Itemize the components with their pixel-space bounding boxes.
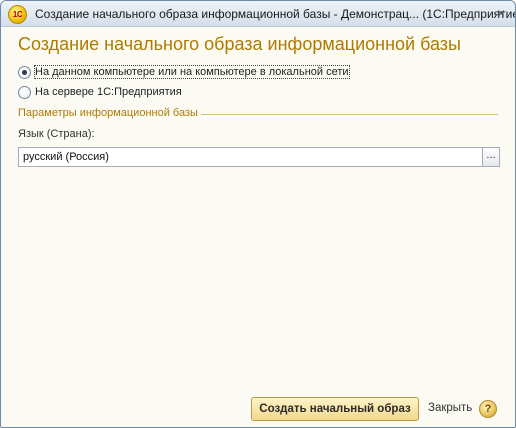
radio-option-server[interactable]: На сервере 1С:Предприятия [18, 84, 182, 100]
title-bar[interactable]: 1С Создание начального образа информацио… [1, 1, 515, 27]
radio-label-server[interactable]: На сервере 1С:Предприятия [35, 86, 182, 98]
language-label: Язык (Страна): [18, 128, 95, 140]
close-button[interactable]: Закрыть [428, 402, 472, 414]
window-title: Создание начального образа информационно… [35, 7, 516, 21]
radio-unchecked-icon[interactable] [18, 85, 31, 99]
page-title: Создание начального образа информационно… [18, 34, 461, 54]
radio-option-local[interactable]: На данном компьютере или на компьютере в… [18, 64, 350, 80]
close-icon[interactable]: × [494, 6, 508, 20]
select-button-icon[interactable]: ... [482, 147, 500, 167]
dialog-window: 1С Создание начального образа информацио… [0, 0, 516, 428]
group-title: Параметры информационной базы [18, 107, 198, 119]
radio-checked-icon[interactable] [18, 65, 31, 79]
help-icon[interactable]: ? [479, 400, 497, 418]
dialog-content: Создание начального образа информационно… [1, 27, 515, 427]
group-divider [201, 114, 498, 115]
radio-label-local[interactable]: На данном компьютере или на компьютере в… [34, 65, 350, 79]
app-1c-icon: 1С [8, 5, 27, 24]
create-image-button[interactable]: Создать начальный образ [251, 397, 419, 421]
language-input[interactable] [18, 147, 491, 167]
